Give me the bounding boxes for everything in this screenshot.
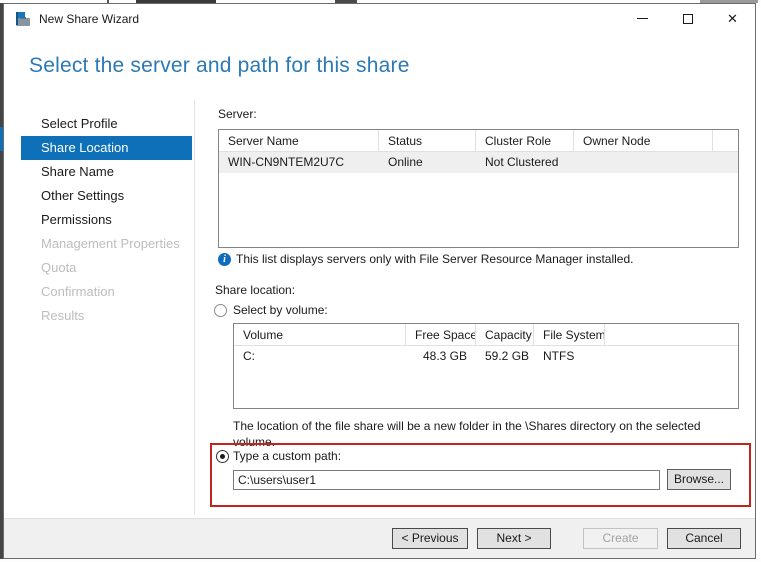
column-header-file-system[interactable]: File System — [534, 324, 605, 345]
column-header-owner-node[interactable]: Owner Node — [574, 130, 713, 151]
minimize-button[interactable] — [620, 4, 665, 33]
title-bar[interactable]: New Share Wizard ✕ — [4, 4, 755, 34]
step-results: Results — [41, 308, 85, 323]
column-header-spacer — [605, 324, 738, 345]
volume-table-row[interactable]: C: 48.3 GB 59.2 GB NTFS — [234, 346, 738, 367]
step-share-name[interactable]: Share Name — [4, 160, 194, 184]
column-header-free-space[interactable]: Free Space — [406, 324, 476, 345]
browse-button[interactable]: Browse... — [667, 469, 731, 490]
server-label: Server: — [218, 107, 257, 121]
screen: New Share Wizard ✕ Select the server and… — [0, 0, 761, 562]
maximize-icon — [682, 13, 693, 24]
column-header-spacer — [713, 130, 738, 151]
next-button[interactable]: Next > — [477, 528, 551, 549]
wizard-app-icon — [16, 12, 30, 26]
column-header-server-name[interactable]: Server Name — [219, 130, 379, 151]
column-header-status[interactable]: Status — [379, 130, 476, 151]
cell-status: Online — [388, 155, 423, 169]
cell-spacer — [713, 152, 738, 173]
server-table-header: Server Name Status Cluster Role Owner No… — [219, 130, 738, 152]
step-management-properties: Management Properties — [41, 236, 180, 251]
sidebar-divider — [194, 100, 195, 514]
page-title: Select the server and path for this shar… — [29, 54, 410, 77]
column-header-volume[interactable]: Volume — [234, 324, 406, 345]
wizard-steps-sidebar: Select Profile Share Location Share Name… — [4, 112, 194, 328]
window-title: New Share Wizard — [39, 12, 140, 26]
step-confirmation: Confirmation — [41, 284, 115, 299]
step-quota: Quota — [41, 260, 77, 275]
volume-table-header: Volume Free Space Capacity File System — [234, 324, 738, 346]
cell-owner-node — [574, 152, 713, 173]
cell-capacity: 59.2 GB — [485, 349, 530, 363]
select-by-volume-radio[interactable] — [214, 304, 227, 317]
close-icon: ✕ — [727, 11, 738, 26]
step-permissions[interactable]: Permissions — [4, 208, 194, 232]
new-share-wizard-dialog: New Share Wizard ✕ Select the server and… — [3, 3, 756, 559]
close-button[interactable]: ✕ — [710, 4, 755, 33]
cell-server-name: WIN-CN9NTEM2U7C — [228, 155, 345, 169]
cell-volume: C: — [243, 349, 255, 363]
column-header-cluster-role[interactable]: Cluster Role — [476, 130, 574, 151]
minimize-icon — [637, 18, 648, 19]
wizard-footer: < Previous Next > Create Cancel — [4, 518, 755, 558]
previous-button[interactable]: < Previous — [392, 528, 468, 549]
custom-path-label[interactable]: Type a custom path: — [233, 449, 341, 463]
step-other-settings[interactable]: Other Settings — [4, 184, 194, 208]
cancel-button[interactable]: Cancel — [667, 528, 741, 549]
server-table: Server Name Status Cluster Role Owner No… — [218, 129, 739, 248]
create-button: Create — [583, 528, 658, 549]
cell-spacer — [605, 346, 738, 367]
cell-cluster-role: Not Clustered — [485, 155, 559, 169]
share-location-note: The location of the file share will be a… — [233, 419, 701, 449]
share-location-label: Share location: — [215, 283, 296, 297]
select-by-volume-label[interactable]: Select by volume: — [233, 303, 328, 317]
cell-free-space: 48.3 GB — [422, 349, 467, 363]
step-share-location[interactable]: Share Location — [21, 136, 192, 160]
step-select-profile[interactable]: Select Profile — [4, 112, 194, 136]
custom-path-radio[interactable] — [216, 450, 229, 463]
column-header-capacity[interactable]: Capacity — [476, 324, 534, 345]
server-table-row[interactable]: WIN-CN9NTEM2U7C Online Not Clustered — [219, 152, 738, 173]
maximize-button[interactable] — [665, 4, 710, 33]
volume-table: Volume Free Space Capacity File System C… — [233, 323, 739, 409]
custom-path-input[interactable] — [233, 470, 660, 490]
cell-file-system: NTFS — [543, 349, 575, 363]
info-icon: i — [218, 253, 231, 266]
server-info-text: This list displays servers only with Fil… — [236, 252, 634, 266]
